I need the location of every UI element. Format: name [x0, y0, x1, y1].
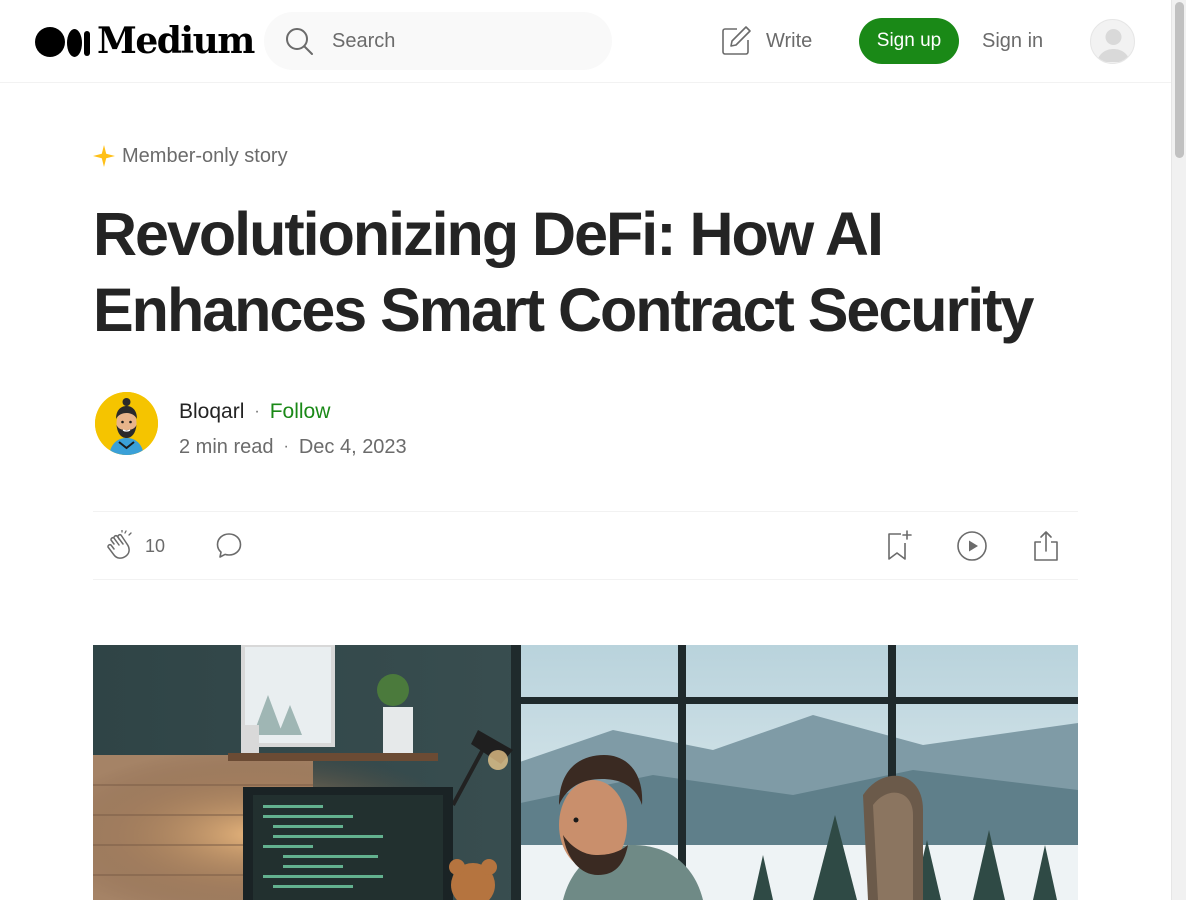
read-time: 2 min read [179, 435, 274, 458]
logo-wordmark: Medium [97, 20, 255, 62]
member-only-badge: Member-only story [93, 143, 288, 169]
article-action-bar: 10 [93, 511, 1078, 580]
user-icon [1097, 29, 1130, 62]
follow-button[interactable]: Follow [270, 400, 331, 424]
author-portrait-icon [95, 392, 158, 455]
search-input[interactable] [332, 12, 592, 70]
clap-count: 10 [145, 536, 166, 556]
article-meta: 2 min read · Dec 4, 2023 [179, 433, 407, 461]
write-icon [722, 26, 751, 55]
article-title: Revolutionizing DeFi: How AI Enhances Sm… [93, 200, 1034, 344]
clap-icon [107, 529, 132, 559]
bookmark-button[interactable] [885, 530, 913, 567]
scrollbar-thumb[interactable] [1175, 2, 1184, 158]
search-icon [286, 28, 313, 55]
user-avatar[interactable] [1090, 19, 1135, 64]
share-icon [1034, 531, 1058, 561]
developer-at-desk-illustration [93, 645, 1078, 900]
author-row: Bloqarl · Follow [179, 397, 330, 427]
hero-image [93, 645, 1078, 900]
separator-dot: · [254, 403, 260, 420]
clap-button[interactable] [105, 529, 137, 567]
publish-date: Dec 4, 2023 [298, 435, 407, 458]
listen-button[interactable] [956, 530, 988, 567]
comment-icon [216, 533, 242, 558]
bookmark-icon [888, 530, 912, 560]
author-name[interactable]: Bloqarl [179, 400, 244, 424]
scrollbar[interactable] [1171, 0, 1186, 900]
medium-logo[interactable]: Medium [35, 20, 255, 62]
medium-logo-icon [35, 25, 91, 57]
top-navigation: Medium Write Sign up Sign in [0, 0, 1171, 83]
write-label: Write [766, 29, 813, 52]
write-button[interactable]: Write [720, 22, 812, 60]
share-button[interactable] [1032, 530, 1060, 567]
separator-dot: · [283, 438, 289, 455]
star-icon [93, 145, 115, 167]
signin-link[interactable]: Sign in [982, 18, 1043, 64]
author-avatar[interactable] [95, 392, 158, 455]
comment-button[interactable] [214, 530, 244, 565]
search-bar[interactable] [264, 12, 612, 70]
signup-button[interactable]: Sign up [859, 18, 959, 64]
play-icon [957, 531, 987, 561]
member-only-label: Member-only story [122, 144, 288, 167]
